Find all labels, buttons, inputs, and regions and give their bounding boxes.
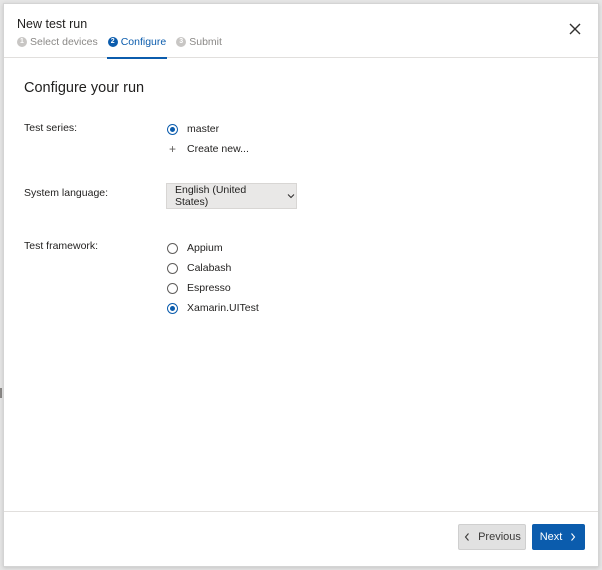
radio-button[interactable] (167, 302, 178, 314)
close-button[interactable] (566, 20, 584, 38)
framework-option-espresso[interactable]: Espresso (167, 281, 231, 295)
next-button[interactable]: Next (532, 524, 585, 550)
step-number-2: 2 (107, 37, 118, 47)
radio-label: master (187, 123, 220, 135)
dialog-title: New test run (17, 17, 88, 31)
dialog-body: Configure your run Test series: master +… (4, 59, 598, 511)
test-series-option-master[interactable]: master (167, 122, 219, 136)
step-submit[interactable]: 3 Submit (176, 34, 222, 50)
backdrop-edge (0, 388, 2, 398)
framework-option-calabash[interactable]: Calabash (167, 261, 231, 275)
new-test-run-dialog: New test run 1 Select devices 2 Configur… (3, 3, 599, 567)
framework-option-appium[interactable]: Appium (167, 241, 223, 255)
next-label: Next (539, 531, 563, 543)
step-number-3: 3 (176, 37, 187, 47)
radio-button[interactable] (167, 282, 178, 294)
close-icon (569, 23, 581, 35)
previous-button[interactable]: Previous (458, 524, 526, 550)
system-language-dropdown[interactable]: English (United States) (166, 183, 297, 209)
step-label: Select devices (30, 36, 98, 48)
radio-label: Espresso (187, 282, 231, 294)
radio-label: Xamarin.UITest (187, 302, 259, 314)
radio-button[interactable] (167, 123, 178, 135)
step-select-devices[interactable]: 1 Select devices (17, 34, 98, 50)
test-framework-label: Test framework: (24, 240, 99, 252)
test-series-label: Test series: (24, 122, 78, 134)
create-new-label: Create new... (187, 143, 249, 155)
dialog-footer: Previous Next (4, 511, 598, 566)
create-new-series-button[interactable]: + Create new... (167, 142, 249, 156)
radio-button[interactable] (167, 262, 178, 274)
step-number-1: 1 (17, 37, 27, 47)
plus-icon: + (168, 141, 176, 156)
previous-label: Previous (478, 531, 521, 543)
dropdown-value: English (United States) (175, 184, 247, 208)
radio-label: Appium (187, 242, 223, 254)
chevron-down-icon (286, 191, 296, 201)
dialog-header: New test run 1 Select devices 2 Configur… (4, 4, 598, 59)
section-title: Configure your run (24, 80, 145, 96)
radio-button[interactable] (167, 242, 178, 254)
radio-label: Calabash (187, 262, 232, 274)
framework-option-xamarin-uitest[interactable]: Xamarin.UITest (167, 301, 259, 315)
step-configure[interactable]: 2 Configure (106, 34, 167, 59)
system-language-label: System language: (24, 187, 109, 199)
chevron-right-icon (569, 532, 577, 542)
chevron-left-icon (463, 532, 471, 542)
wizard-steps: 1 Select devices 2 Configure 3 Submit (17, 34, 232, 59)
step-label: Submit (189, 36, 222, 48)
step-label: Configure (120, 36, 167, 48)
